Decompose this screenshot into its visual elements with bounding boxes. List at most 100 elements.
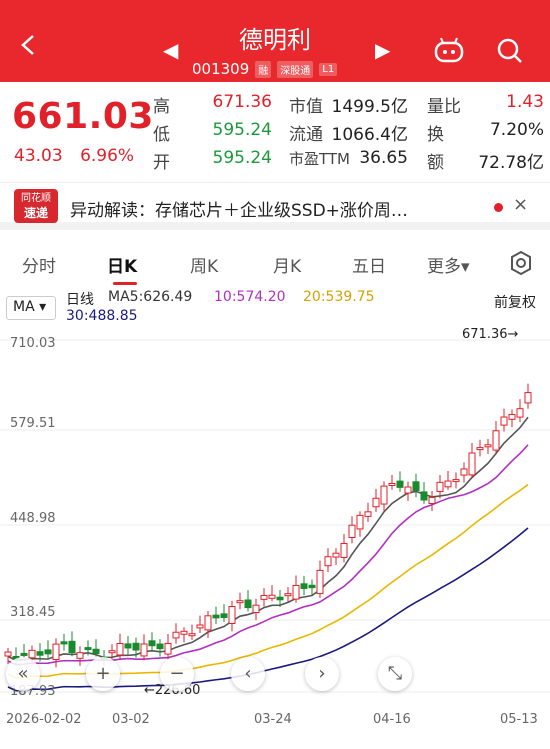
candle-body — [20, 652, 28, 656]
period-label: 日线 — [66, 292, 94, 308]
candle-body — [172, 631, 180, 639]
candle-body — [236, 600, 244, 604]
candle-body — [452, 479, 460, 483]
y-tick-2: 579.51 — [10, 416, 56, 431]
x-tick-5: 05-13 — [500, 712, 538, 727]
float-value: 1066.4亿 — [331, 125, 408, 145]
adjust-mode-button[interactable]: 前复权 — [494, 292, 536, 312]
robot-assistant-icon[interactable] — [433, 37, 465, 63]
news-headline[interactable]: 异动解读：存储芯片＋企业级SSD+涨价周… — [70, 196, 408, 221]
zoom-in-button[interactable]: + — [86, 657, 120, 691]
candle-body — [60, 641, 68, 645]
change-percent: 6.96% — [80, 146, 135, 166]
candle-body — [476, 447, 484, 451]
candle-body — [148, 640, 156, 647]
tab-intraday[interactable]: 分时 — [22, 252, 56, 277]
candle-body — [340, 542, 348, 558]
candle-body — [412, 481, 420, 492]
candle-body — [316, 569, 324, 595]
news-close-button[interactable]: × — [513, 194, 528, 215]
open-label: 开 — [153, 153, 170, 173]
tab-more[interactable]: 更多▾ — [427, 252, 470, 277]
candle-body — [124, 643, 132, 649]
margin-tag: 融 — [255, 60, 272, 78]
candle-body — [428, 496, 436, 504]
news-logo: 同花顺 速递 — [14, 189, 58, 223]
period-tabs: 分时 日K 周K 月K 五日 更多▾ — [0, 240, 550, 286]
high-label: 高 — [153, 97, 170, 117]
tab-five-day[interactable]: 五日 — [352, 252, 386, 277]
price-change: 43.03 6.96% — [14, 146, 146, 166]
ma20-label: 20:539.75 — [303, 289, 375, 305]
candle-body — [84, 647, 92, 651]
candle-body — [388, 482, 396, 486]
stock-code: 001309 — [192, 60, 250, 78]
candle-body — [196, 624, 204, 629]
search-icon[interactable] — [497, 38, 523, 64]
mktcap-value: 1499.5亿 — [331, 97, 408, 117]
candle-body — [292, 584, 300, 600]
scroll-start-button[interactable]: « — [6, 657, 40, 691]
pe-value: 36.65 — [359, 148, 408, 168]
ma10-line — [7, 444, 529, 666]
low-value: 595.24 — [212, 120, 272, 140]
scroll-left-button[interactable]: ‹ — [231, 657, 265, 691]
ma5-line — [7, 416, 529, 662]
candle-body — [28, 649, 36, 659]
candle-body — [36, 651, 44, 656]
candle-body — [252, 604, 260, 614]
ma5-label: MA5:626.49 — [108, 289, 193, 305]
settings-icon[interactable] — [508, 250, 534, 276]
candle-body — [68, 640, 76, 654]
candle-body — [356, 514, 364, 530]
quote-panel: 661.03 43.03 6.96% 高 671.36 低 595.24 开 5… — [0, 82, 550, 178]
app-root: ◀ 德明利 ▶ 001309 融 深股通 L1 661.03 43.03 6.9… — [0, 0, 550, 749]
kline-chart[interactable] — [0, 330, 550, 710]
candle-body — [372, 497, 380, 508]
amount-value: 72.78亿 — [478, 153, 544, 173]
candle-body — [348, 524, 356, 538]
volratio-label: 量比 — [427, 97, 461, 117]
candle-body — [468, 452, 476, 476]
open-value: 595.24 — [212, 148, 272, 168]
candle-body — [228, 606, 236, 625]
tab-weekly-k[interactable]: 周K — [190, 252, 218, 277]
candle-body — [404, 486, 412, 494]
tab-monthly-k[interactable]: 月K — [273, 252, 301, 277]
kline-svg[interactable] — [0, 330, 550, 710]
candle-body — [460, 468, 468, 476]
candle-body — [396, 480, 404, 488]
amount-label: 额 — [427, 153, 444, 173]
indicator-select[interactable]: MA ▾ — [6, 296, 56, 320]
x-tick-1: 2026-02-02 — [6, 712, 82, 727]
news-bar[interactable]: 同花顺 速递 异动解读：存储芯片＋企业级SSD+涨价周… × — [0, 182, 550, 230]
fullscreen-button[interactable]: ⤡ — [378, 657, 412, 691]
x-tick-3: 03-24 — [254, 712, 292, 727]
indicator-row: MA ▾ 日线 MA5:626.49 10:574.20 20:539.75 3… — [0, 288, 550, 328]
float-label: 流通 — [289, 125, 323, 145]
max-price-annotation: 671.36→ — [462, 327, 519, 342]
change-amount: 43.03 — [14, 146, 63, 166]
candle-body — [164, 642, 172, 655]
ma10-label: 10:574.20 — [214, 289, 286, 305]
zoom-out-button[interactable]: − — [160, 657, 194, 691]
candle-body — [492, 430, 500, 451]
news-logo-bottom: 速递 — [23, 206, 48, 220]
volratio-value: 1.43 — [506, 92, 544, 112]
next-stock-button[interactable]: ▶ — [375, 38, 390, 62]
mktcap-label: 市值 — [289, 97, 323, 117]
high-value: 671.36 — [212, 92, 272, 112]
candle-body — [156, 643, 164, 650]
candle-body — [308, 584, 316, 589]
y-tick-3: 448.98 — [10, 511, 56, 526]
tab-daily-k[interactable]: 日K — [107, 252, 137, 277]
pe-label: 市盈TTM — [289, 150, 351, 168]
level-tag: L1 — [319, 62, 338, 76]
x-tick-4: 04-16 — [373, 712, 411, 727]
connect-tag: 深股通 — [277, 60, 314, 78]
scroll-right-button[interactable]: › — [305, 657, 339, 691]
turnover-label: 换 — [427, 125, 444, 145]
candle-body — [108, 650, 116, 654]
candle-body — [300, 583, 308, 589]
candle-body — [44, 649, 52, 655]
